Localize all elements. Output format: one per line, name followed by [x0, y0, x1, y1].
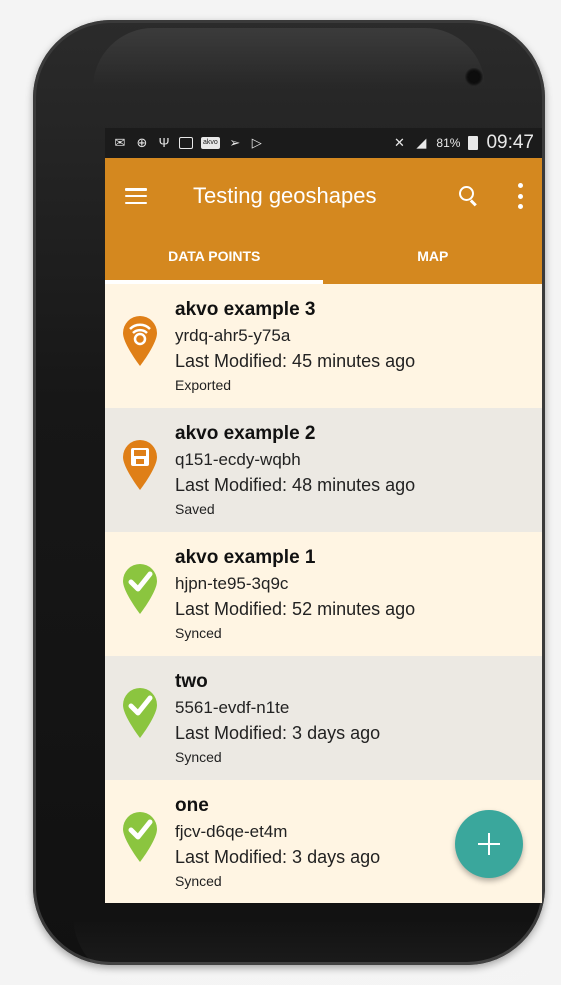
menu-icon[interactable]: [125, 188, 147, 204]
item-status: Synced: [175, 625, 222, 641]
item-last-modified: Last Modified: 3 days ago: [175, 723, 381, 743]
item-status: Synced: [175, 873, 222, 889]
phone-screen: ✉ ⊕ Ψ akvo ➢ ▷ ✕ ◢ 81% 09:47 Testing geo…: [105, 128, 542, 903]
list-item[interactable]: akvo example 3 yrdq-ahr5-y75a Last Modif…: [105, 284, 542, 408]
flash-icon: ➢: [229, 135, 241, 150]
item-status: Saved: [175, 501, 215, 517]
phone-reflection: [73, 915, 561, 985]
play-icon: ▷: [251, 135, 262, 150]
tab-bar: DATA POINTS MAP: [105, 234, 542, 284]
search-icon[interactable]: [456, 184, 480, 208]
synced-pin-icon: [121, 562, 159, 616]
mute-icon: ✕: [393, 135, 405, 150]
item-id: 5561-evdf-n1te: [175, 698, 290, 717]
battery-percent: 81%: [436, 136, 461, 150]
gps-icon: ⊕: [136, 135, 148, 150]
app-bar: Testing geoshapes: [105, 158, 542, 234]
item-name: akvo example 2: [175, 423, 316, 444]
tab-data-points[interactable]: DATA POINTS: [105, 234, 324, 284]
add-data-point-button[interactable]: [455, 810, 523, 878]
item-id: q151-ecdy-wqbh: [175, 450, 301, 469]
synced-pin-icon: [121, 686, 159, 740]
item-last-modified: Last Modified: 48 minutes ago: [175, 475, 416, 495]
phone-highlight: [93, 28, 485, 88]
status-system-icons: ✕ ◢ 81% 09:47: [392, 132, 534, 154]
signal-icon: ◢: [416, 135, 427, 150]
item-last-modified: Last Modified: 3 days ago: [175, 847, 381, 867]
status-notification-icons: ✉ ⊕ Ψ akvo ➢ ▷: [113, 136, 264, 150]
image-icon: [179, 137, 193, 149]
list-item[interactable]: akvo example 2 q151-ecdy-wqbh Last Modif…: [105, 408, 542, 532]
akvo-icon: akvo: [201, 137, 220, 149]
item-last-modified: Last Modified: 52 minutes ago: [175, 599, 416, 619]
phone-frame: ✉ ⊕ Ψ akvo ➢ ▷ ✕ ◢ 81% 09:47 Testing geo…: [33, 20, 561, 985]
status-bar: ✉ ⊕ Ψ akvo ➢ ▷ ✕ ◢ 81% 09:47: [105, 128, 542, 158]
data-point-list: akvo example 3 yrdq-ahr5-y75a Last Modif…: [105, 284, 542, 903]
item-status: Exported: [175, 377, 232, 393]
item-id: fjcv-d6qe-et4m: [175, 822, 288, 841]
more-options-icon[interactable]: [516, 183, 524, 209]
list-item[interactable]: akvo example 1 hjpn-te95-3q9c Last Modif…: [105, 532, 542, 656]
list-item[interactable]: two 5561-evdf-n1te Last Modified: 3 days…: [105, 656, 542, 780]
usb-icon: Ψ: [158, 135, 170, 150]
item-name: one: [175, 795, 209, 816]
synced-pin-icon: [121, 810, 159, 864]
exported-pin-icon: [121, 314, 159, 368]
item-id: yrdq-ahr5-y75a: [175, 326, 291, 345]
item-last-modified: Last Modified: 45 minutes ago: [175, 351, 416, 371]
saved-pin-icon: [121, 438, 159, 492]
item-status: Synced: [175, 749, 222, 765]
mail-icon: ✉: [114, 135, 126, 150]
app-title: Testing geoshapes: [193, 183, 377, 208]
camera-icon: [465, 68, 483, 86]
battery-icon: [468, 136, 479, 150]
status-clock: 09:47: [486, 132, 534, 153]
item-name: akvo example 1: [175, 547, 316, 568]
item-id: hjpn-te95-3q9c: [175, 574, 289, 593]
item-name: two: [175, 671, 208, 692]
tab-map[interactable]: MAP: [324, 234, 543, 284]
item-name: akvo example 3: [175, 299, 316, 320]
